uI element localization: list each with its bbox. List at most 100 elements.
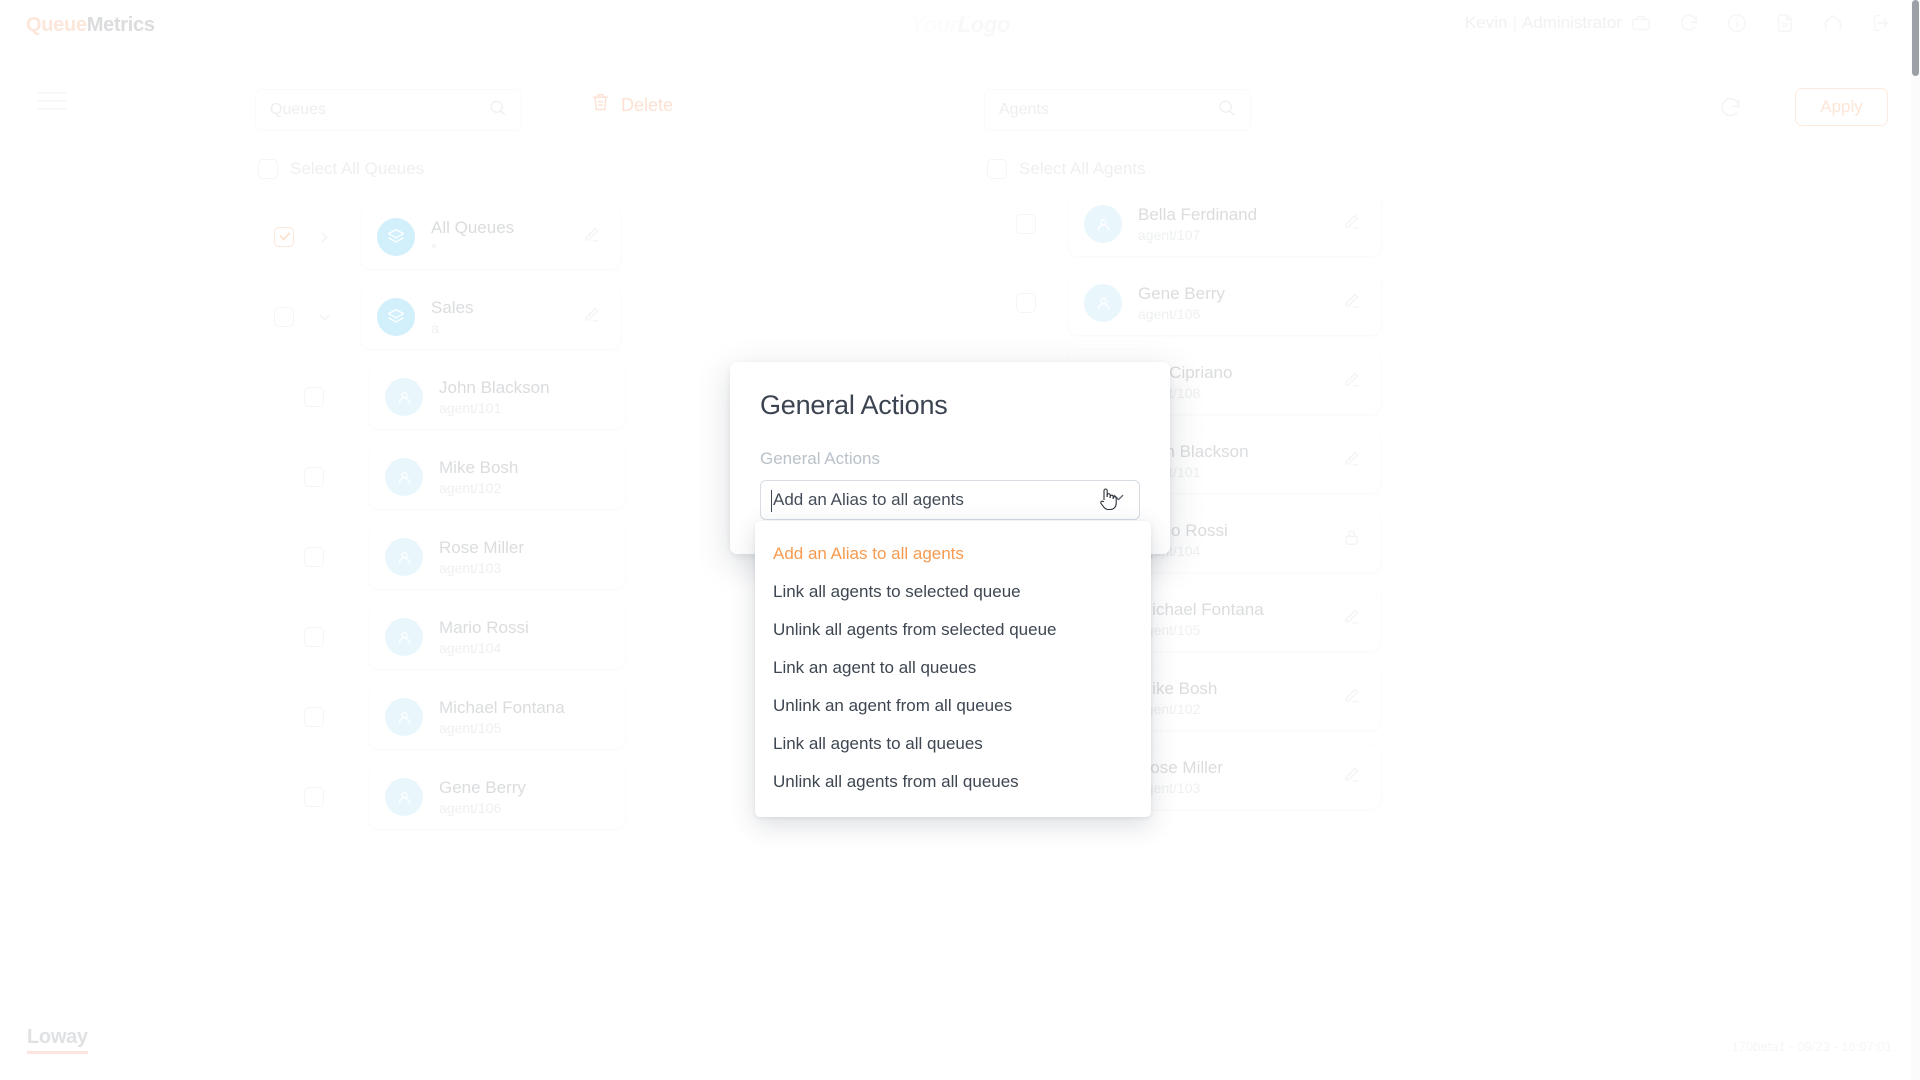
dropdown-option[interactable]: Link an agent to all queues — [755, 649, 1151, 687]
search-icon[interactable] — [488, 98, 507, 122]
agent-search-box[interactable] — [984, 89, 1251, 131]
agent-checkbox[interactable] — [304, 707, 324, 727]
loway-logo: Loway — [27, 1026, 88, 1054]
agent-extension: agent/106 — [1138, 305, 1201, 322]
edit-icon[interactable] — [1342, 686, 1361, 710]
queue-sub: a — [431, 319, 439, 336]
dropdown-option[interactable]: Link all agents to all queues — [755, 725, 1151, 763]
edit-icon[interactable] — [582, 305, 601, 329]
agent-checkbox[interactable] — [304, 787, 324, 807]
queue-checkbox[interactable] — [274, 227, 294, 247]
user-role: Administrator — [1521, 13, 1622, 32]
chevron-right-icon[interactable] — [313, 229, 335, 246]
general-actions-select[interactable]: Add an Alias to all agents — [760, 480, 1140, 520]
menu-toggle-button[interactable] — [38, 92, 66, 110]
document-icon[interactable] — [1774, 12, 1796, 34]
apply-button[interactable]: Apply — [1795, 88, 1888, 126]
agent-checkbox[interactable] — [1016, 214, 1036, 234]
hamburger-bar — [38, 108, 66, 110]
edit-icon[interactable] — [1342, 449, 1361, 473]
select-all-queues-checkbox[interactable] — [258, 159, 278, 179]
edit-icon[interactable] — [1342, 765, 1361, 789]
user-icon — [385, 618, 423, 656]
agent-checkbox-wrap — [984, 214, 1068, 234]
queue-checkbox[interactable] — [274, 307, 294, 327]
dropdown-option[interactable]: Add an Alias to all agents — [755, 535, 1151, 573]
agent-checkbox[interactable] — [304, 387, 324, 407]
agent-checkbox[interactable] — [304, 467, 324, 487]
select-all-agents-row[interactable]: Select All Agents — [987, 159, 1146, 179]
page-scrollbar[interactable] — [1911, 0, 1920, 1080]
refresh-icon[interactable] — [1678, 12, 1700, 34]
agent-checkbox-wrap — [285, 467, 343, 487]
agent-name: Mike Bosh — [1138, 679, 1218, 699]
agent-card-text: Rose Miller agent/103 — [439, 537, 605, 576]
agent-checkbox[interactable] — [1016, 293, 1036, 313]
dropdown-option[interactable]: Link all agents to selected queue — [755, 573, 1151, 611]
agent-extension: agent/104 — [439, 639, 502, 656]
agent-name: John Blackson — [439, 378, 550, 398]
queue-card[interactable]: Sales a — [361, 285, 621, 349]
queue-search-box[interactable] — [255, 89, 522, 131]
agent-card[interactable]: Gene Berry agent/106 — [1068, 271, 1381, 335]
user-info[interactable]: Kevin | Administrator — [1465, 13, 1622, 33]
edit-icon[interactable] — [1342, 370, 1361, 394]
agent-card[interactable]: Bella Ferdinand agent/107 — [1068, 192, 1381, 256]
queue-search-input[interactable] — [270, 101, 488, 119]
reload-icon[interactable] — [1718, 95, 1743, 125]
logout-icon[interactable] — [1870, 12, 1892, 34]
agent-checkbox-wrap — [984, 293, 1068, 313]
edit-icon[interactable] — [582, 225, 601, 249]
agent-card[interactable]: John Blackson agent/101 — [369, 365, 625, 429]
agent-card-text: Mike Bosh agent/102 — [1138, 678, 1342, 717]
agent-card-text: John Blackson agent/101 — [439, 377, 605, 416]
queue-row[interactable]: All Queues * — [255, 205, 895, 269]
dropdown-option[interactable]: Unlink all agents from selected queue — [755, 611, 1151, 649]
queue-checkbox-wrap — [255, 307, 313, 327]
select-all-agents-checkbox[interactable] — [987, 159, 1007, 179]
agent-card-text: Rose Miller agent/103 — [1138, 757, 1342, 796]
agent-extension: agent/105 — [1138, 621, 1201, 638]
queue-card[interactable]: All Queues * — [361, 205, 621, 269]
agent-card[interactable]: Rose Miller agent/103 — [369, 525, 625, 589]
user-icon — [385, 538, 423, 576]
agent-checkbox[interactable] — [304, 627, 324, 647]
agent-extension: agent/107 — [1138, 226, 1201, 243]
agent-extension: agent/101 — [439, 399, 502, 416]
edit-icon[interactable] — [1342, 212, 1361, 236]
lock-icon[interactable] — [1342, 528, 1361, 552]
queue-row[interactable]: Sales a — [255, 285, 895, 349]
agent-name: Gene Berry — [439, 778, 526, 798]
info-icon[interactable] — [1726, 12, 1748, 34]
chevron-down-icon[interactable] — [313, 309, 335, 326]
agent-search-input[interactable] — [999, 101, 1217, 119]
delete-button[interactable]: Delete — [590, 92, 673, 118]
version-label: 170beta1 - 09/23 - 16:07:01 — [1731, 1039, 1892, 1054]
queue-name: Sales — [431, 298, 474, 318]
logo-second: Logo — [957, 12, 1011, 37]
user-name: Kevin — [1464, 13, 1508, 32]
dropdown-option[interactable]: Unlink an agent from all queues — [755, 687, 1151, 725]
text-caret — [771, 490, 772, 512]
search-icon[interactable] — [1217, 98, 1236, 122]
select-all-queues-row[interactable]: Select All Queues — [258, 159, 424, 179]
dropdown-option[interactable]: Unlink all agents from all queues — [755, 763, 1151, 801]
agent-card-text: Mike Bosh agent/102 — [439, 457, 605, 496]
home-icon[interactable] — [1822, 12, 1844, 34]
agent-checkbox-wrap — [285, 387, 343, 407]
list-item[interactable]: Gene Berry agent/106 — [984, 271, 1424, 335]
user-separator: | — [1512, 13, 1517, 32]
agent-card[interactable]: Mike Bosh agent/102 — [369, 445, 625, 509]
agent-card-text: Bella Ferdinand agent/107 — [1138, 204, 1342, 243]
agent-card[interactable]: Mario Rossi agent/104 — [369, 605, 625, 669]
agent-card[interactable]: Michael Fontana agent/105 — [369, 685, 625, 749]
briefcase-icon[interactable] — [1630, 12, 1652, 34]
hamburger-bar — [38, 92, 66, 94]
user-icon — [1084, 205, 1122, 243]
agent-card[interactable]: Gene Berry agent/106 — [369, 765, 625, 829]
edit-icon[interactable] — [1342, 291, 1361, 315]
scrollbar-thumb[interactable] — [1912, 0, 1919, 76]
edit-icon[interactable] — [1342, 607, 1361, 631]
list-item[interactable]: Bella Ferdinand agent/107 — [984, 192, 1424, 256]
agent-checkbox[interactable] — [304, 547, 324, 567]
